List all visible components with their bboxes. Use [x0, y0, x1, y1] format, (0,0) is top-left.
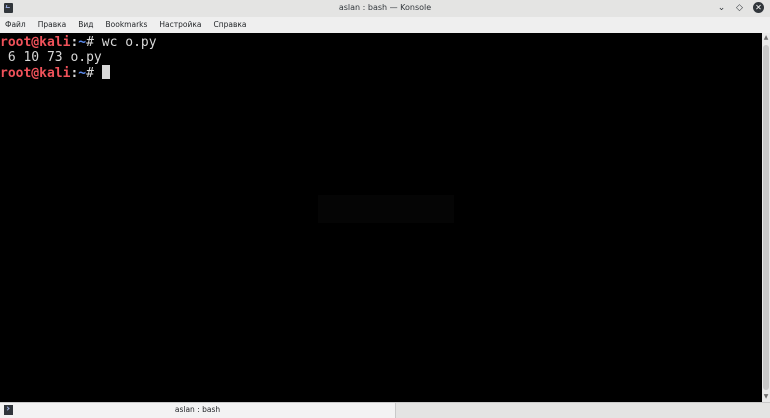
scrollbar-thumb[interactable] — [763, 45, 769, 390]
window-controls: ⌄ ◇ ✕ — [717, 2, 764, 14]
menu-bookmarks[interactable]: Bookmarks — [100, 17, 154, 33]
background-watermark — [318, 195, 454, 223]
vertical-scrollbar[interactable]: ▲ ▼ — [762, 33, 770, 402]
menu-settings[interactable]: Настройка — [153, 17, 207, 33]
terminal-line-2: 6 10 73 o.py — [0, 50, 762, 65]
maximize-diamond-icon[interactable]: ◇ — [735, 2, 744, 14]
close-icon[interactable]: ✕ — [753, 2, 764, 13]
menu-bar: Файл Правка Вид Bookmarks Настройка Спра… — [0, 17, 770, 33]
menu-help[interactable]: Справка — [207, 17, 252, 33]
prompt-path: ~ — [78, 66, 87, 81]
title-bar[interactable]: aslan : bash — Konsole ⌄ ◇ ✕ — [0, 0, 770, 17]
minimize-chevron-icon[interactable]: ⌄ — [717, 2, 726, 14]
prompt-user-host: root@kali — [0, 35, 71, 50]
command-output: 6 10 73 o.py — [0, 50, 102, 65]
prompt-symbol: # — [86, 35, 102, 50]
terminal-line-3: root@kali:~# — [0, 65, 762, 81]
terminal-line-1: root@kali:~# wc o.py — [0, 35, 762, 50]
menu-edit[interactable]: Правка — [32, 17, 73, 33]
prompt-path: ~ — [78, 35, 87, 50]
menu-view[interactable]: Вид — [72, 17, 99, 33]
tab-bar: aslan : bash — [0, 402, 770, 418]
command-text: wc o.py — [101, 35, 157, 50]
menu-file[interactable]: Файл — [0, 17, 32, 33]
tab-session[interactable]: aslan : bash — [0, 403, 396, 418]
window-title: aslan : bash — Konsole — [338, 3, 432, 12]
prompt-symbol: # — [86, 66, 102, 81]
text-cursor — [101, 65, 110, 79]
scroll-down-arrow-icon[interactable]: ▼ — [762, 392, 770, 402]
konsole-window: aslan : bash — Konsole ⌄ ◇ ✕ Файл Правка… — [0, 0, 770, 418]
terminal-area[interactable]: root@kali:~# wc o.py 6 10 73 o.py root@k… — [0, 33, 762, 402]
scroll-up-arrow-icon[interactable]: ▲ — [762, 33, 770, 43]
prompt-user-host: root@kali — [0, 66, 71, 81]
tab-label: aslan : bash — [174, 405, 221, 414]
